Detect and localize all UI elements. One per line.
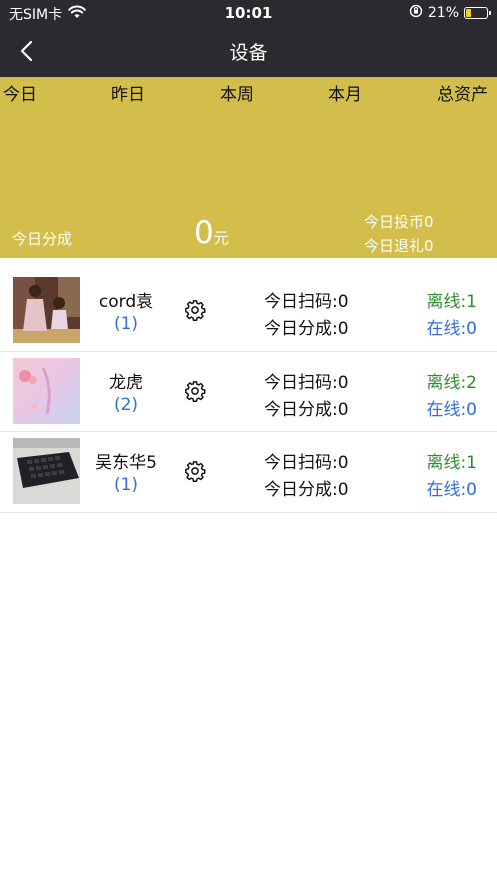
today-gift-stat: 今日退礼0 xyxy=(364,237,434,255)
today-share-stat: 今日分成:0 xyxy=(264,399,349,420)
offline-count: 离线:1 xyxy=(426,292,477,312)
settings-button[interactable] xyxy=(184,380,206,402)
status-bar: 无SIM卡 10:01 21% xyxy=(0,0,497,26)
device-row[interactable]: 龙虎 (2) 今日扫码:0 今日分成:0 离线:2 在线:0 xyxy=(0,352,497,432)
battery-icon xyxy=(464,7,491,19)
gear-icon xyxy=(185,461,206,482)
gear-icon xyxy=(185,300,206,321)
amount-value: 0 xyxy=(194,215,214,251)
today-share-stat: 今日分成:0 xyxy=(264,480,349,500)
device-count: (1) xyxy=(113,475,139,495)
online-count: 在线:0 xyxy=(426,319,477,339)
orientation-lock-icon xyxy=(409,4,423,22)
offline-count: 离线:2 xyxy=(426,372,477,393)
tab-total-assets[interactable]: 总资产 xyxy=(437,80,488,105)
nav-bar: 设备 xyxy=(0,26,497,77)
tab-yesterday[interactable]: 昨日 xyxy=(111,80,145,105)
today-scan-stat: 今日扫码:0 xyxy=(264,453,349,473)
status-right: 21% xyxy=(409,4,491,22)
device-name: 吴东华5 xyxy=(95,453,157,473)
device-list: cord袁 (1) 今日扫码:0 今日分成:0 离线:1 在线:0 龙虎 (2)… xyxy=(0,271,497,513)
device-row[interactable]: 吴东华5 (1) 今日扫码:0 今日分成:0 离线:1 在线:0 xyxy=(0,432,497,513)
online-count: 在线:0 xyxy=(426,399,477,420)
device-thumbnail xyxy=(13,277,80,343)
settings-button[interactable] xyxy=(184,299,206,321)
offline-count: 离线:1 xyxy=(426,453,477,473)
device-thumbnail xyxy=(13,438,80,504)
device-count: (1) xyxy=(113,314,139,334)
period-tabs: 今日 昨日 本周 本月 总资产 xyxy=(0,80,497,106)
today-share-stat: 今日分成:0 xyxy=(264,319,349,339)
tab-this-week[interactable]: 本周 xyxy=(220,80,254,105)
today-share-label: 今日分成 xyxy=(12,230,73,248)
tab-today[interactable]: 今日 xyxy=(3,80,37,105)
tab-this-month[interactable]: 本月 xyxy=(328,80,362,105)
device-count: (2) xyxy=(113,394,139,415)
summary-panel: 今日 昨日 本周 本月 总资产 今日分成 0元 今日投币0 今日退礼0 xyxy=(0,77,497,258)
today-coin-stat: 今日投币0 xyxy=(364,213,434,231)
battery-percent: 21% xyxy=(427,5,459,21)
settings-button[interactable] xyxy=(184,460,206,482)
page-title: 设备 xyxy=(229,42,268,64)
device-name: 龙虎 xyxy=(109,372,143,393)
today-share-amount: 0元 xyxy=(194,215,229,251)
gear-icon xyxy=(185,380,206,402)
today-scan-stat: 今日扫码:0 xyxy=(264,292,349,312)
amount-unit: 元 xyxy=(213,229,229,247)
online-count: 在线:0 xyxy=(426,480,477,500)
today-scan-stat: 今日扫码:0 xyxy=(264,372,349,393)
device-row[interactable]: cord袁 (1) 今日扫码:0 今日分成:0 离线:1 在线:0 xyxy=(0,271,497,352)
device-thumbnail xyxy=(13,357,80,424)
device-name: cord袁 xyxy=(98,292,154,312)
